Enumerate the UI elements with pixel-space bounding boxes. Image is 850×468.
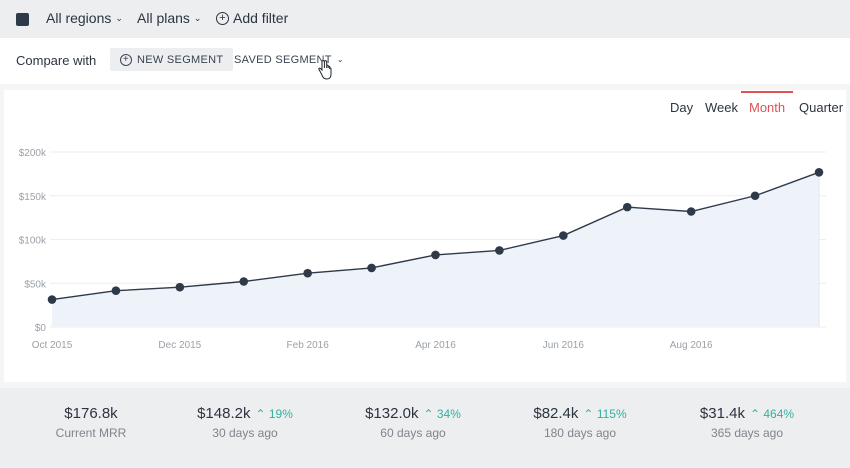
- x-tick-label: Jun 2016: [543, 340, 585, 351]
- data-point: [175, 282, 185, 292]
- stat-change-value: 115%: [596, 407, 627, 421]
- x-tick-label: Apr 2016: [415, 340, 456, 351]
- stat-30-days: $148.2k ⌃ 19% 30 days ago: [197, 405, 293, 440]
- stat-change: ⌃ 19%: [255, 407, 292, 421]
- stat-change: ⌃ 34%: [423, 407, 460, 421]
- data-point: [622, 202, 632, 212]
- arrow-up-icon: ⌃: [749, 407, 761, 421]
- data-point: [431, 250, 440, 260]
- stats-bar: $176.8k Current MRR $148.2k ⌃ 19% 30 days…: [0, 388, 850, 468]
- stat-change-value: 464%: [763, 407, 795, 421]
- arrow-up-icon: ⌃: [423, 407, 434, 421]
- x-tick-label: Feb 2016: [287, 340, 330, 351]
- y-tick-label: $0: [35, 323, 47, 334]
- stat-label: 60 days ago: [380, 426, 446, 440]
- stat-label: 180 days ago: [543, 426, 617, 440]
- data-point: [367, 263, 376, 273]
- stat-label: 365 days ago: [710, 426, 784, 440]
- stat-value: $176.8k: [64, 405, 118, 422]
- data-point: [750, 191, 760, 201]
- data-point: [814, 168, 824, 177]
- y-tick-label: $100k: [19, 236, 47, 247]
- x-tick-label: Oct 2015: [32, 340, 73, 351]
- data-point: [239, 277, 249, 286]
- data-point: [47, 295, 57, 304]
- stat-60-days: $132.0k ⌃ 34% 60 days ago: [365, 405, 461, 440]
- stat-365-days: $31.4k ⌃ 464% 365 days ago: [700, 405, 794, 440]
- data-point: [495, 246, 504, 255]
- stat-change-value: 19%: [268, 407, 293, 421]
- data-point: [686, 207, 696, 216]
- x-tick-label: Dec 2015: [158, 340, 201, 351]
- stat-change: ⌃ 115%: [583, 407, 626, 421]
- stat-value: $82.4k: [533, 405, 579, 422]
- data-point: [111, 286, 121, 295]
- stat-label: Current MRR: [55, 426, 127, 440]
- y-tick-label: $150k: [19, 192, 47, 203]
- stat-change: ⌃ 464%: [750, 407, 794, 421]
- stat-value: $132.0k: [365, 405, 419, 422]
- stat-current-mrr: $176.8k Current MRR: [56, 405, 127, 440]
- y-tick-label: $200k: [19, 148, 47, 159]
- y-tick-label: $50k: [24, 279, 47, 290]
- data-point: [559, 231, 568, 240]
- stat-change-value: 34%: [436, 407, 461, 421]
- arrow-up-icon: ⌃: [255, 407, 266, 421]
- x-tick-label: Aug 2016: [670, 340, 713, 351]
- stat-180-days: $82.4k ⌃ 115% 180 days ago: [533, 405, 626, 440]
- stat-value: $31.4k: [699, 405, 745, 422]
- arrow-up-icon: ⌃: [583, 407, 594, 421]
- data-point: [303, 268, 312, 278]
- stat-label: 30 days ago: [212, 426, 278, 440]
- stat-value: $148.2k: [197, 405, 251, 422]
